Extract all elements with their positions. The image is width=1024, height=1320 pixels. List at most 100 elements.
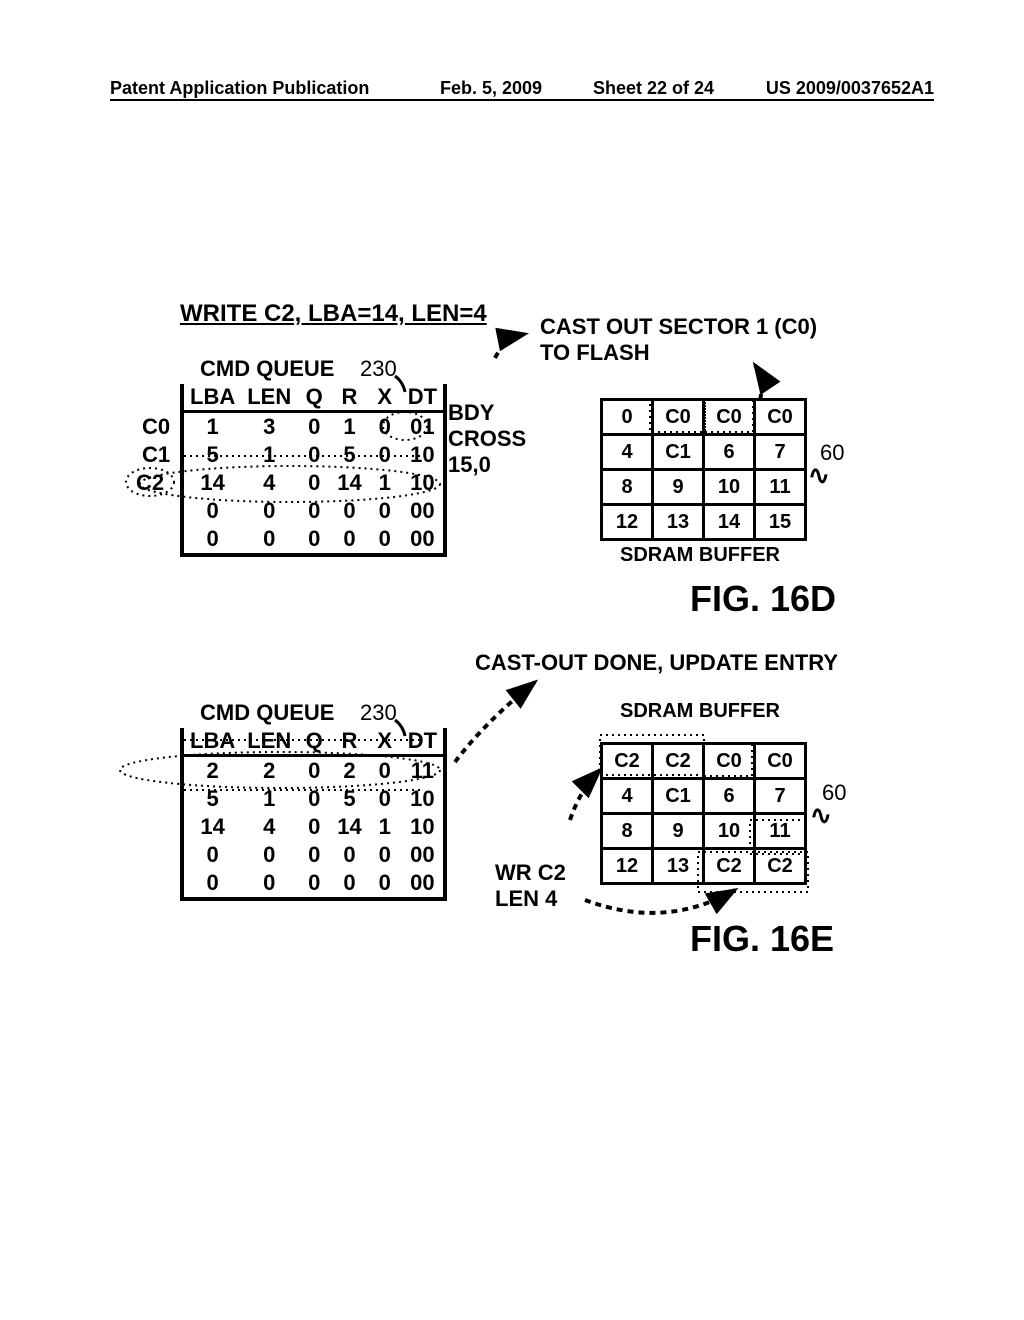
cell: 0 bbox=[297, 841, 331, 869]
lead-tilde-icon: ∿ bbox=[810, 800, 832, 831]
cell: 10 bbox=[704, 814, 755, 849]
cell: 00 bbox=[402, 841, 445, 869]
cell: 0 bbox=[368, 785, 402, 813]
header-date: Feb. 5, 2009 bbox=[440, 78, 542, 99]
cmd-queue-16e: LBA LEN Q R X DT 2 2 0 2 0 11 5 1 0 5 0 bbox=[180, 728, 447, 901]
cell: 10 bbox=[402, 813, 445, 841]
col-r: R bbox=[331, 728, 367, 756]
cell: 15 bbox=[755, 505, 806, 540]
cell: 4 bbox=[241, 813, 297, 841]
cmd-queue-label-16e: CMD QUEUE bbox=[200, 700, 334, 726]
cell: 10 bbox=[402, 785, 445, 813]
cell: 0 bbox=[368, 525, 402, 555]
table-row: 14 4 0 14 1 10 bbox=[182, 469, 445, 497]
cell: 0 bbox=[368, 756, 402, 786]
cell: 11 bbox=[755, 470, 806, 505]
table-row: 0 0 0 0 0 00 bbox=[182, 497, 445, 525]
cmd-queue-16d: LBA LEN Q R X DT 1 3 0 1 0 01 5 1 0 5 0 bbox=[180, 384, 447, 557]
cell: 0 bbox=[368, 497, 402, 525]
row-label-c2: C2 bbox=[136, 470, 164, 496]
cell: C1 bbox=[653, 435, 704, 470]
queue-ref-16e: 230 bbox=[360, 700, 397, 726]
lead-tilde-icon: ∿ bbox=[808, 460, 830, 491]
cell: 7 bbox=[755, 435, 806, 470]
cell: 9 bbox=[653, 814, 704, 849]
cell: C2 bbox=[755, 849, 806, 884]
cell: 0 bbox=[331, 497, 367, 525]
cell: 0 bbox=[331, 841, 367, 869]
cell: 0 bbox=[297, 756, 331, 786]
cell: 8 bbox=[602, 814, 653, 849]
col-x: X bbox=[368, 384, 402, 412]
cell: 9 bbox=[653, 470, 704, 505]
cell: 1 bbox=[241, 785, 297, 813]
cell: 5 bbox=[331, 785, 367, 813]
cast-out-label: CAST OUT SECTOR 1 (C0) TO FLASH bbox=[540, 314, 817, 366]
cell: 1 bbox=[331, 412, 367, 442]
cell: 0 bbox=[331, 525, 367, 555]
cell: 0 bbox=[182, 841, 241, 869]
buffer-caption-16e: SDRAM BUFFER bbox=[620, 700, 780, 723]
cell: 0 bbox=[368, 412, 402, 442]
cell: 0 bbox=[297, 469, 331, 497]
bdy-cross-label: BDY CROSS 15,0 bbox=[448, 400, 526, 478]
cell: 3 bbox=[241, 412, 297, 442]
cell: 00 bbox=[402, 497, 445, 525]
cell: 1 bbox=[368, 813, 402, 841]
cell: 00 bbox=[402, 525, 445, 555]
buffer-table-16e: C2 C2 C0 C0 4 C1 6 7 8 9 10 11 12 13 C2 bbox=[600, 742, 807, 885]
queue-ref-16d: 230 bbox=[360, 356, 397, 382]
cmd-queue-label-16d: CMD QUEUE bbox=[200, 356, 334, 382]
cell: 14 bbox=[182, 469, 241, 497]
cell: C0 bbox=[755, 744, 806, 779]
buffer-table-16d: 0 C0 C0 C0 4 C1 6 7 8 9 10 11 12 13 14 bbox=[600, 398, 807, 541]
cell: 0 bbox=[331, 869, 367, 899]
header-pubno: US 2009/0037652A1 bbox=[766, 78, 934, 99]
cell: 2 bbox=[182, 756, 241, 786]
queue-table-16e: LBA LEN Q R X DT 2 2 0 2 0 11 5 1 0 5 0 bbox=[180, 728, 447, 901]
cell: 0 bbox=[368, 441, 402, 469]
cell: 0 bbox=[297, 869, 331, 899]
cell: 0 bbox=[297, 412, 331, 442]
cell: 0 bbox=[297, 441, 331, 469]
table-header-row: LBA LEN Q R X DT bbox=[182, 384, 445, 412]
cell: 5 bbox=[331, 441, 367, 469]
cell: 13 bbox=[653, 505, 704, 540]
table-row: 1 3 0 1 0 01 bbox=[182, 412, 445, 442]
cell: C2 bbox=[602, 744, 653, 779]
cell: 0 bbox=[297, 785, 331, 813]
table-row: 5 1 0 5 0 10 bbox=[182, 785, 445, 813]
col-lba: LBA bbox=[182, 384, 241, 412]
header-left: Patent Application Publication bbox=[110, 78, 369, 99]
cell: 4 bbox=[602, 435, 653, 470]
fig16d-title: WRITE C2, LBA=14, LEN=4 bbox=[180, 300, 487, 328]
col-lba: LBA bbox=[182, 728, 241, 756]
cell: 2 bbox=[331, 756, 367, 786]
cell: 0 bbox=[241, 525, 297, 555]
col-len: LEN bbox=[241, 384, 297, 412]
cell: 0 bbox=[368, 869, 402, 899]
cell: 00 bbox=[402, 869, 445, 899]
col-dt: DT bbox=[402, 728, 445, 756]
col-q: Q bbox=[297, 728, 331, 756]
row-label-c0: C0 bbox=[142, 414, 170, 440]
cell: 12 bbox=[602, 849, 653, 884]
cell: 0 bbox=[182, 497, 241, 525]
cell: 14 bbox=[704, 505, 755, 540]
cell: 4 bbox=[241, 469, 297, 497]
cell: C2 bbox=[704, 849, 755, 884]
cell: C0 bbox=[704, 400, 755, 435]
table-row: 0 0 0 0 0 00 bbox=[182, 841, 445, 869]
table-row: 2 2 0 2 0 11 bbox=[182, 756, 445, 786]
cell: C0 bbox=[755, 400, 806, 435]
cell: 8 bbox=[602, 470, 653, 505]
cell: 5 bbox=[182, 785, 241, 813]
col-x: X bbox=[368, 728, 402, 756]
cell: 0 bbox=[297, 813, 331, 841]
col-len: LEN bbox=[241, 728, 297, 756]
cell: 12 bbox=[602, 505, 653, 540]
cell: 1 bbox=[182, 412, 241, 442]
table-header-row: LBA LEN Q R X DT bbox=[182, 728, 445, 756]
sdram-buffer-16e: C2 C2 C0 C0 4 C1 6 7 8 9 10 11 12 13 C2 bbox=[600, 742, 807, 885]
buffer-caption-16d: SDRAM BUFFER bbox=[620, 544, 780, 567]
